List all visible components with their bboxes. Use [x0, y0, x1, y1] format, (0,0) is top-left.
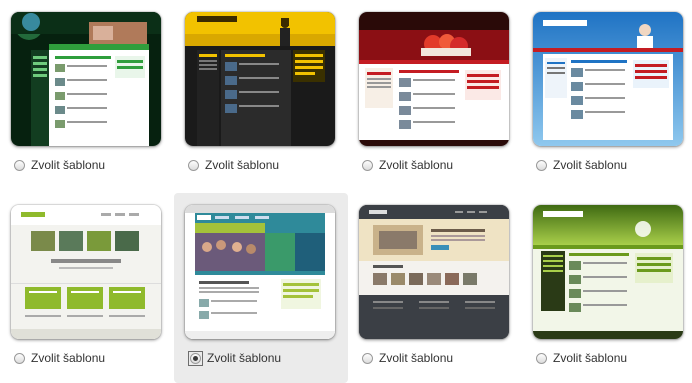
select-template-option[interactable]: Zvolit šablonu: [188, 157, 279, 173]
template-card-2[interactable]: Zvolit šablonu: [174, 0, 348, 190]
template-card-7[interactable]: Zvolit šablonu: [348, 193, 522, 383]
option-label: Zvolit šablonu: [31, 351, 106, 365]
select-template-option[interactable]: Zvolit šablonu: [14, 350, 105, 366]
template-thumbnail-7[interactable]: [359, 205, 509, 339]
select-template-option[interactable]: Zvolit šablonu: [536, 157, 627, 173]
select-template-option[interactable]: Zvolit šablonu: [188, 350, 281, 366]
template-card-5[interactable]: Zvolit šablonu: [0, 193, 174, 383]
template-thumbnail-1[interactable]: [11, 12, 161, 146]
template-gallery: Zvolit šablonu Zvolit šablonu Zvolit šab…: [0, 0, 692, 383]
option-label: Zvolit šablonu: [553, 158, 628, 172]
option-label: Zvolit šablonu: [553, 351, 628, 365]
option-label: Zvolit šablonu: [31, 158, 106, 172]
template-thumbnail-8[interactable]: [533, 205, 683, 339]
option-label: Zvolit šablonu: [207, 351, 282, 365]
radio-button[interactable]: [14, 159, 25, 171]
option-label: Zvolit šablonu: [379, 351, 454, 365]
radio-button[interactable]: [362, 159, 373, 171]
template-thumbnail-5[interactable]: [11, 205, 161, 339]
template-thumbnail-6[interactable]: [185, 205, 335, 339]
template-card-6[interactable]: Zvolit šablonu: [174, 193, 348, 383]
selected-radio-focus-box[interactable]: [188, 350, 203, 366]
radio-button[interactable]: [362, 352, 373, 364]
template-card-1[interactable]: Zvolit šablonu: [0, 0, 174, 190]
radio-button[interactable]: [188, 159, 199, 171]
template-card-8[interactable]: Zvolit šablonu: [522, 193, 692, 383]
template-thumbnail-2[interactable]: [185, 12, 335, 146]
radio-button[interactable]: [536, 352, 547, 364]
radio-button[interactable]: [190, 352, 201, 364]
radio-button[interactable]: [536, 159, 547, 171]
template-card-4[interactable]: Zvolit šablonu: [522, 0, 692, 190]
template-thumbnail-3[interactable]: [359, 12, 509, 146]
option-label: Zvolit šablonu: [379, 158, 454, 172]
template-card-3[interactable]: Zvolit šablonu: [348, 0, 522, 190]
select-template-option[interactable]: Zvolit šablonu: [362, 350, 453, 366]
select-template-option[interactable]: Zvolit šablonu: [362, 157, 453, 173]
radio-button[interactable]: [14, 352, 25, 364]
select-template-option[interactable]: Zvolit šablonu: [14, 157, 105, 173]
template-thumbnail-4[interactable]: [533, 12, 683, 146]
select-template-option[interactable]: Zvolit šablonu: [536, 350, 627, 366]
option-label: Zvolit šablonu: [205, 158, 280, 172]
